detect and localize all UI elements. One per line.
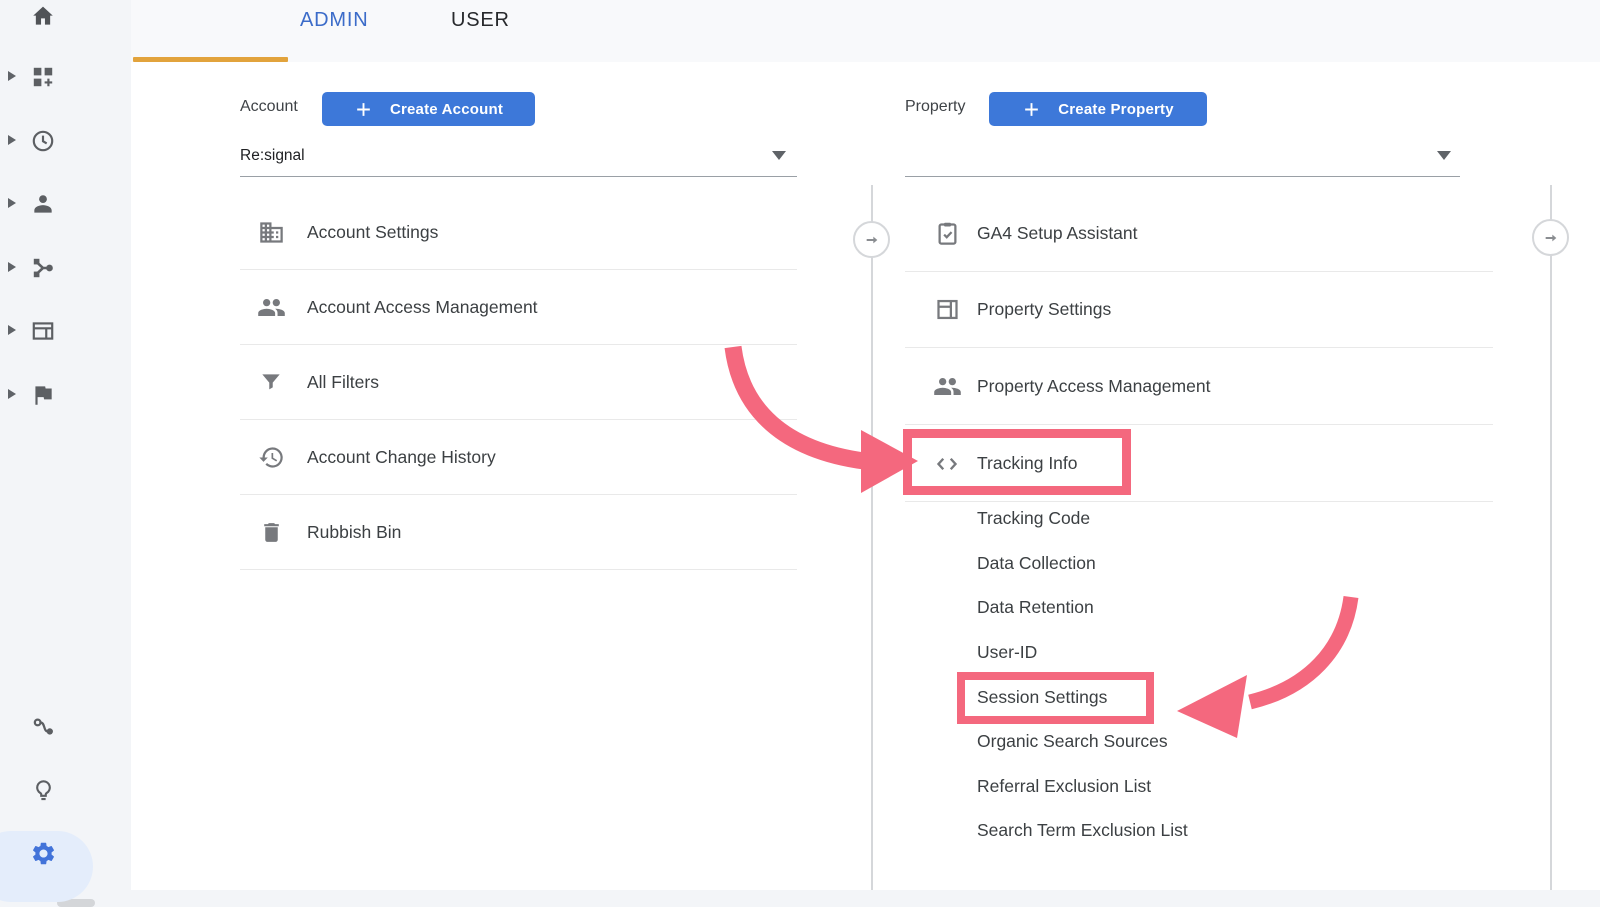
menu-item-label: Account Change History: [307, 447, 496, 468]
account-column-label: Account: [240, 98, 298, 116]
expand-caret-acquisition[interactable]: [8, 262, 16, 272]
menu-item-label: All Filters: [307, 372, 379, 393]
building-icon: [256, 219, 286, 246]
menu-item-label: GA4 Setup Assistant: [977, 223, 1138, 244]
discover-lightbulb-icon[interactable]: [29, 776, 57, 804]
account-menu-item-access-management[interactable]: Account Access Management: [240, 270, 797, 345]
expand-caret-conversions[interactable]: [8, 389, 16, 399]
admin-gear-icon[interactable]: [29, 839, 57, 867]
expand-caret-behaviour[interactable]: [8, 325, 16, 335]
tracking-subitem-data-collection[interactable]: Data Collection: [977, 552, 1096, 574]
annotation-box-tracking-info: [903, 429, 1131, 495]
create-account-button[interactable]: Create Account: [322, 92, 535, 126]
realtime-clock-icon[interactable]: [29, 127, 57, 155]
menu-item-label: Account Access Management: [307, 297, 538, 318]
annotation-box-session-settings: [957, 672, 1154, 724]
property-menu-item-property-settings[interactable]: Property Settings: [905, 272, 1493, 348]
home-icon[interactable]: [29, 2, 57, 30]
account-menu-item-rubbish-bin[interactable]: Rubbish Bin: [240, 495, 797, 570]
left-nav-sidebar: [0, 0, 131, 890]
property-selector-caret-icon[interactable]: [1437, 151, 1451, 160]
audience-person-icon[interactable]: [29, 190, 57, 218]
column-swap-arrow-button-right[interactable]: [1532, 219, 1569, 256]
expand-caret-realtime[interactable]: [8, 135, 16, 145]
history-icon: [256, 444, 286, 471]
people-group-icon: [256, 293, 286, 322]
tracking-subitem-organic-search-sources[interactable]: Organic Search Sources: [977, 730, 1168, 752]
account-selector-value[interactable]: Re:signal: [240, 147, 305, 165]
property-menu-item-access-management[interactable]: Property Access Management: [905, 349, 1493, 425]
plus-icon: [354, 100, 373, 119]
web-asset-icon: [932, 296, 962, 323]
conversions-flag-icon[interactable]: [29, 381, 57, 409]
property-column-label: Property: [905, 98, 965, 116]
filter-funnel-icon: [256, 369, 286, 395]
account-menu-item-account-settings[interactable]: Account Settings: [240, 195, 797, 270]
menu-item-label: Account Settings: [307, 222, 438, 243]
create-account-label: Create Account: [390, 101, 503, 118]
column-swap-arrow-button[interactable]: [853, 221, 890, 258]
clipboard-check-icon: [932, 220, 962, 247]
menu-item-label: Property Settings: [977, 299, 1111, 320]
account-selector-underline: [240, 176, 797, 177]
menu-item-label: Rubbish Bin: [307, 522, 401, 543]
tab-user[interactable]: USER: [451, 9, 510, 32]
column-divider-right: [1550, 185, 1552, 890]
arrow-right-icon: [864, 232, 880, 248]
create-property-button[interactable]: Create Property: [989, 92, 1207, 126]
column-divider: [871, 185, 873, 890]
tracking-subitem-tracking-code[interactable]: Tracking Code: [977, 507, 1090, 529]
menu-item-label: Property Access Management: [977, 376, 1210, 397]
tracking-subitem-referral-exclusion-list[interactable]: Referral Exclusion List: [977, 775, 1151, 797]
customization-grid-icon[interactable]: [29, 63, 57, 91]
account-selector-caret-icon[interactable]: [772, 151, 786, 160]
expand-caret-customization[interactable]: [8, 71, 16, 81]
property-selector-underline: [905, 176, 1460, 177]
tab-admin[interactable]: ADMIN: [300, 9, 368, 32]
people-group-icon: [932, 372, 962, 401]
admin-user-tabstrip: ADMIN USER: [131, 0, 1600, 62]
account-menu-item-change-history[interactable]: Account Change History: [240, 420, 797, 495]
plus-icon: [1022, 100, 1041, 119]
account-menu-item-all-filters[interactable]: All Filters: [240, 345, 797, 420]
trash-icon: [256, 520, 286, 545]
expand-caret-audience[interactable]: [8, 198, 16, 208]
behavior-layout-icon[interactable]: [29, 317, 57, 345]
bottom-strip: [0, 890, 1600, 907]
tracking-subitem-search-term-exclusion-list[interactable]: Search Term Exclusion List: [977, 819, 1188, 841]
arrow-right-icon: [1543, 230, 1559, 246]
create-property-label: Create Property: [1058, 101, 1174, 118]
attribution-route-icon[interactable]: [29, 713, 57, 741]
tracking-subitem-data-retention[interactable]: Data Retention: [977, 596, 1094, 618]
acquisition-network-icon[interactable]: [29, 254, 57, 282]
property-menu-item-ga4-setup-assistant[interactable]: GA4 Setup Assistant: [905, 196, 1493, 272]
tracking-subitem-user-id[interactable]: User-ID: [977, 641, 1037, 663]
